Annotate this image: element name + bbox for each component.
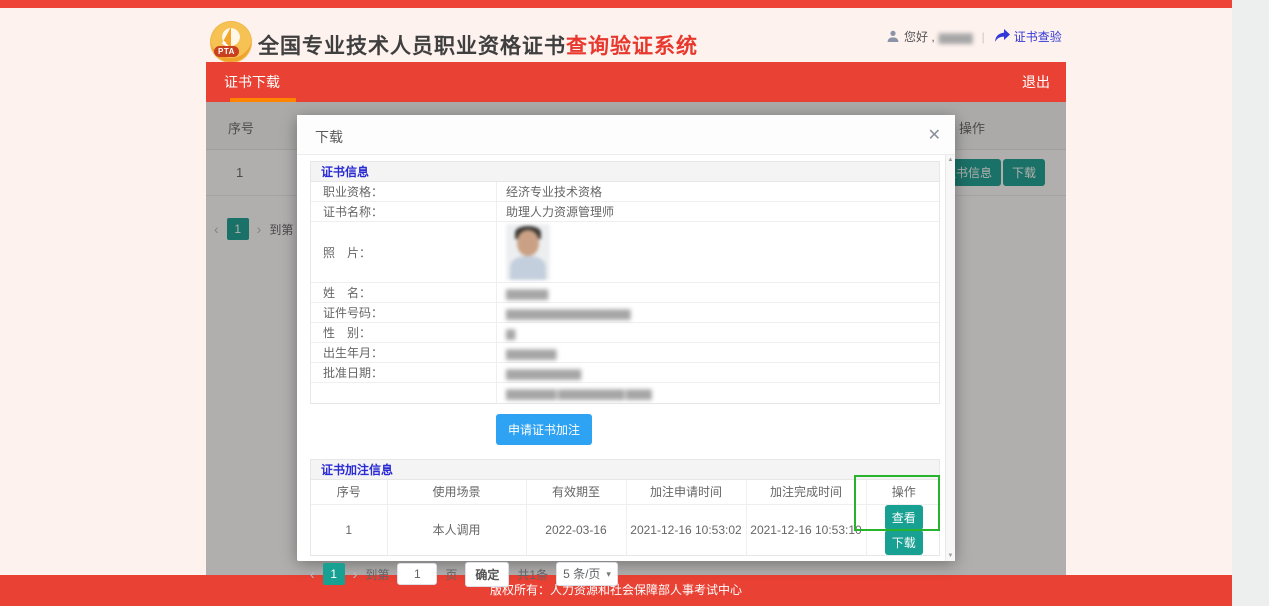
info-label: 证件号码： bbox=[311, 303, 497, 322]
info-value-redacted: ▆▆▆▆▆▆▆▆▆▆▆▆▆▆▆ bbox=[506, 305, 630, 320]
info-label: 批准日期： bbox=[311, 363, 497, 382]
tab-cert-download[interactable]: 证书下载 bbox=[206, 62, 298, 102]
cert-info-section-title: 证书信息 bbox=[311, 162, 939, 182]
goto-page-input[interactable]: 1 bbox=[397, 563, 438, 585]
user-name: ▆▆▆▆ bbox=[938, 29, 973, 44]
photo-head bbox=[517, 230, 539, 256]
col-apply-time: 加注申请时间 bbox=[625, 480, 747, 505]
scroll-down-icon[interactable]: ▼ bbox=[948, 553, 954, 559]
page-size-value: 5 条/页 bbox=[563, 567, 601, 581]
cell-valid-until: 2022-03-16 bbox=[525, 503, 627, 555]
modal-title: 下载 bbox=[315, 129, 343, 145]
annotation-header-row: 序号 使用场景 有效期至 加注申请时间 加注完成时间 操作 bbox=[311, 480, 941, 505]
close-icon[interactable]: ✕ bbox=[928, 125, 941, 145]
confirm-button[interactable]: 确定 bbox=[465, 561, 510, 587]
page-number-button[interactable]: 1 bbox=[322, 563, 345, 585]
goto-label: 到第 bbox=[365, 567, 390, 582]
annotation-section-title: 证书加注信息 bbox=[311, 460, 939, 480]
chevron-down-icon: ▾ bbox=[606, 569, 611, 579]
info-label: 照 片： bbox=[311, 222, 497, 282]
info-row-gender: 性 别： ▆ bbox=[311, 323, 939, 343]
annotation-row: 1 本人调用 2022-03-16 2021-12-16 10:53:02 20… bbox=[311, 503, 941, 555]
title-main: 全国专业技术人员职业资格证书 bbox=[258, 35, 566, 58]
scroll-up-icon[interactable]: ▲ bbox=[948, 157, 954, 163]
col-actions: 操作 bbox=[865, 480, 941, 505]
header-user-area: 您好 , ▆▆▆▆ | 证书查验 bbox=[886, 28, 1062, 45]
modal-body: 证书信息 职业资格： 经济专业技术资格 证书名称： 助理人力资源管理师 照 片： bbox=[297, 155, 945, 587]
download-row-button[interactable]: 下载 bbox=[884, 529, 923, 555]
info-label: 证书名称： bbox=[311, 202, 497, 221]
page-title: 全国专业技术人员职业资格证书查询验证系统 bbox=[258, 30, 698, 60]
col-finish-time: 加注完成时间 bbox=[745, 480, 867, 505]
main-navbar: 证书下载 退出 bbox=[206, 62, 1066, 102]
cell-finish-time: 2021-12-16 10:53:10 bbox=[745, 503, 867, 555]
info-row-photo: 照 片： bbox=[311, 222, 939, 283]
annotation-table: 序号 使用场景 有效期至 加注申请时间 加注完成时间 操作 1 本人调用 202… bbox=[311, 480, 941, 555]
info-row-cert-name: 证书名称： 助理人力资源管理师 bbox=[311, 202, 939, 222]
info-value: 助理人力资源管理师 bbox=[506, 205, 615, 219]
cert-verify-link[interactable]: 证书查验 bbox=[1014, 28, 1062, 45]
pta-logo-icon: PTA bbox=[210, 21, 252, 63]
header-divider: | bbox=[981, 29, 985, 44]
prev-page-icon[interactable]: ‹ bbox=[310, 566, 315, 582]
info-label bbox=[311, 383, 497, 403]
cell-apply-time: 2021-12-16 10:53:02 bbox=[625, 503, 747, 555]
modal-scrollbar[interactable]: ▲ ▼ bbox=[945, 155, 955, 561]
download-modal: 下载 ✕ 证书信息 职业资格： 经济专业技术资格 证书名称： 助理人力资源管理师… bbox=[297, 115, 955, 587]
info-value-redacted: ▆▆▆▆▆ bbox=[506, 285, 548, 300]
top-accent-bar bbox=[0, 0, 1232, 8]
info-value-redacted: ▆▆▆▆▆▆ bbox=[506, 345, 556, 360]
info-value-redacted: ▆▆▆▆▆▆ ▆▆▆▆▆▆▆▆ ▆▆▆ bbox=[506, 386, 652, 400]
annotation-pagination: ‹ 1 › 到第 1 页 确定 共1条 5 条/页 ▾ bbox=[310, 561, 940, 587]
info-value: 经济专业技术资格 bbox=[506, 185, 603, 199]
certificate-photo bbox=[506, 224, 550, 280]
info-value bbox=[497, 222, 939, 282]
cert-info-card: 证书信息 职业资格： 经济专业技术资格 证书名称： 助理人力资源管理师 照 片： bbox=[310, 161, 940, 404]
view-button[interactable]: 查看 bbox=[884, 504, 923, 530]
tab-label: 证书下载 bbox=[224, 74, 280, 90]
title-accent: 查询验证系统 bbox=[566, 35, 698, 58]
annotation-info-card: 证书加注信息 序号 使用场景 有效期至 加注申请时间 加注完成时间 操作 1 本… bbox=[310, 459, 941, 556]
logo-text: PTA bbox=[214, 46, 239, 57]
info-row-id-number: 证件号码： ▆▆▆▆▆▆▆▆▆▆▆▆▆▆▆ bbox=[311, 303, 939, 323]
info-value-redacted: ▆ bbox=[506, 325, 515, 340]
info-label: 性 别： bbox=[311, 323, 497, 342]
cell-scene: 本人调用 bbox=[386, 503, 527, 555]
info-row-qualification: 职业资格： 经济专业技术资格 bbox=[311, 182, 939, 202]
photo-shoulders bbox=[510, 256, 546, 280]
modal-header: 下载 ✕ bbox=[297, 115, 955, 155]
info-label: 出生年月： bbox=[311, 343, 497, 362]
greeting-text: 您好 , bbox=[904, 30, 935, 44]
next-page-icon[interactable]: › bbox=[353, 566, 358, 582]
info-label: 姓 名： bbox=[311, 283, 497, 302]
info-row-name: 姓 名： ▆▆▆▆▆ bbox=[311, 283, 939, 303]
info-value-redacted: ▆▆▆▆▆▆▆▆▆ bbox=[506, 365, 581, 380]
apply-annotation-button[interactable]: 申请证书加注 bbox=[496, 414, 593, 445]
site-header: PTA 全国专业技术人员职业资格证书查询验证系统 您好 , ▆▆▆▆ | 证书查… bbox=[0, 8, 1232, 63]
scrollbar-strip bbox=[1232, 0, 1269, 606]
cell-actions: 查看 下载 bbox=[865, 503, 941, 555]
share-arrow-icon bbox=[994, 28, 1010, 45]
cell-seq: 1 bbox=[311, 503, 388, 555]
total-count-label: 共1条 bbox=[517, 567, 549, 582]
page-size-select[interactable]: 5 条/页 ▾ bbox=[556, 562, 618, 586]
col-seq: 序号 bbox=[311, 480, 388, 505]
user-icon bbox=[886, 30, 900, 43]
logout-button[interactable]: 退出 bbox=[1022, 62, 1050, 102]
page-unit-label: 页 bbox=[445, 567, 458, 582]
info-row-birth: 出生年月： ▆▆▆▆▆▆ bbox=[311, 343, 939, 363]
col-valid-until: 有效期至 bbox=[525, 480, 627, 505]
info-row-note: ▆▆▆▆▆▆ ▆▆▆▆▆▆▆▆ ▆▆▆ bbox=[311, 383, 939, 403]
col-scene: 使用场景 bbox=[386, 480, 527, 505]
info-label: 职业资格： bbox=[311, 182, 497, 201]
info-row-approve-date: 批准日期： ▆▆▆▆▆▆▆▆▆ bbox=[311, 363, 939, 383]
